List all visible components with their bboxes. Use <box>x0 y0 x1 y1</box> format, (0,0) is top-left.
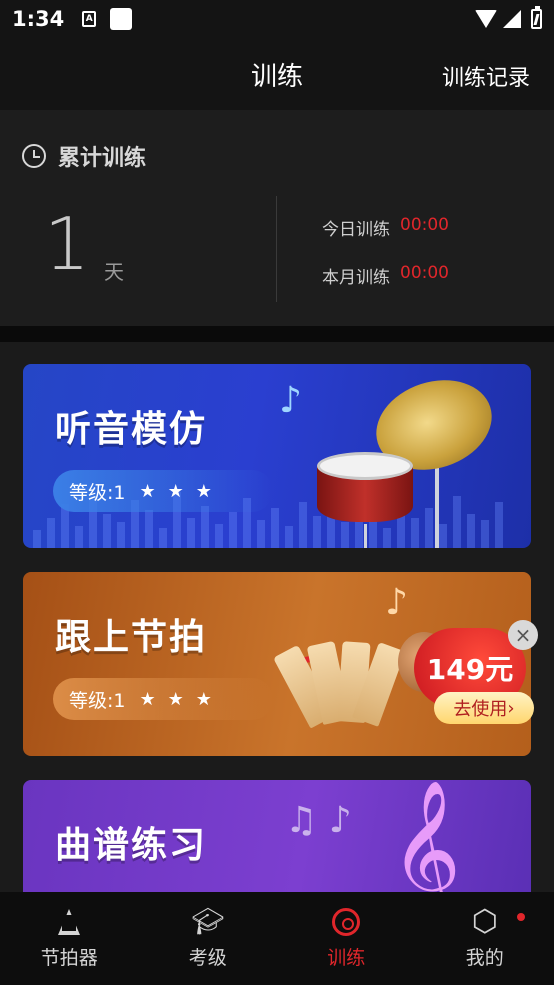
hexagon-settings-icon: ⬡ <box>470 907 525 937</box>
training-list: 听音模仿 等级:1 ★ ★ ★ ♪ 跟上节拍 等级:1 ★ ★ ★ ♪ 曲谱练习… <box>0 342 554 892</box>
month-training-value: 00:00 <box>400 263 449 283</box>
graduation-cap-icon: 🎓︎ <box>191 907 225 937</box>
battery-charging-icon <box>531 6 542 29</box>
clapper-illustration <box>273 632 406 729</box>
nav-label: 训练 <box>327 947 366 969</box>
sheet-music-practice-card[interactable]: 曲谱练习 ♫ ♪ 𝄞 <box>23 780 531 892</box>
card-title: 听音模仿 <box>55 409 208 450</box>
star-icon: ★ <box>195 688 212 710</box>
clock-icon <box>22 144 46 168</box>
today-training-value: 00:00 <box>400 215 449 235</box>
nav-item-training[interactable]: 训练 <box>277 892 416 985</box>
nav-item-exam[interactable]: 🎓︎ 考级 <box>139 892 278 985</box>
star-icon: ★ <box>167 688 184 710</box>
keyboard-indicator-icon: A <box>82 11 97 27</box>
nav-item-metronome[interactable]: 节拍器 <box>0 892 139 985</box>
today-training-label: 今日训练 <box>322 220 390 240</box>
days-unit: 天 <box>104 260 124 284</box>
status-right <box>475 6 542 29</box>
status-time: 1:34 <box>12 7 65 31</box>
bottom-navigation: 节拍器 🎓︎ 考级 训练 ⬡ 我的 <box>0 892 554 985</box>
use-coupon-label: 去使用 <box>453 699 508 720</box>
treble-clef-icon: 𝄞 <box>390 780 461 893</box>
status-bar: 1:34 A <box>0 0 554 38</box>
music-notes-icon: ♫ ♪ <box>285 800 352 841</box>
star-icon: ★ <box>139 480 156 502</box>
music-note-icon: ♪ <box>385 582 408 623</box>
notification-dot <box>516 913 525 921</box>
level-label: 等级:1 <box>69 481 126 504</box>
days-value: 1 <box>44 202 90 286</box>
nav-label: 节拍器 <box>40 947 98 969</box>
nav-label: 考级 <box>188 947 227 969</box>
stats-divider <box>276 196 277 302</box>
month-training-label: 本月训练 <box>322 268 390 288</box>
training-history-link[interactable]: 训练记录 <box>442 60 530 92</box>
metronome-icon <box>54 907 84 937</box>
chevron-right-icon: › <box>507 697 515 719</box>
level-label: 等级:1 <box>69 689 126 712</box>
section-separator <box>0 326 554 342</box>
nav-label: 我的 <box>465 947 504 969</box>
coupon-popup[interactable]: 149元 去使用 › × <box>398 620 544 730</box>
star-rating: ★ ★ ★ <box>140 481 212 502</box>
listen-imitate-card[interactable]: 听音模仿 等级:1 ★ ★ ★ ♪ <box>23 364 531 548</box>
stats-title: 累计训练 <box>58 146 147 171</box>
star-icon: ★ <box>139 688 156 710</box>
stats-heading: 累计训练 <box>22 140 146 172</box>
level-pill: 等级:1 ★ ★ ★ <box>53 678 273 720</box>
cymbal-stand <box>435 464 439 548</box>
music-note-icon: ♪ <box>279 380 302 421</box>
card-title: 跟上节拍 <box>55 617 208 658</box>
level-pill: 等级:1 ★ ★ ★ <box>53 470 273 512</box>
star-rating: ★ ★ ★ <box>140 689 212 710</box>
wifi-icon <box>475 10 497 28</box>
star-icon: ★ <box>195 480 212 502</box>
target-icon <box>331 907 361 937</box>
notification-square-icon <box>110 8 133 30</box>
drum-illustration <box>317 452 413 530</box>
cumulative-training-card: 累计训练 1 天 今日训练 00:00 本月训练 00:00 <box>0 110 554 326</box>
star-icon: ★ <box>167 480 184 502</box>
month-training-row: 本月训练 00:00 <box>322 263 449 288</box>
close-coupon-button[interactable]: × <box>508 620 538 650</box>
use-coupon-button[interactable]: 去使用 › <box>434 692 534 724</box>
nav-item-mine[interactable]: ⬡ 我的 <box>416 892 554 985</box>
today-training-row: 今日训练 00:00 <box>322 215 449 240</box>
card-title: 曲谱练习 <box>55 825 208 866</box>
signal-icon <box>503 10 521 28</box>
app-header: 训练 训练记录 <box>0 38 554 110</box>
